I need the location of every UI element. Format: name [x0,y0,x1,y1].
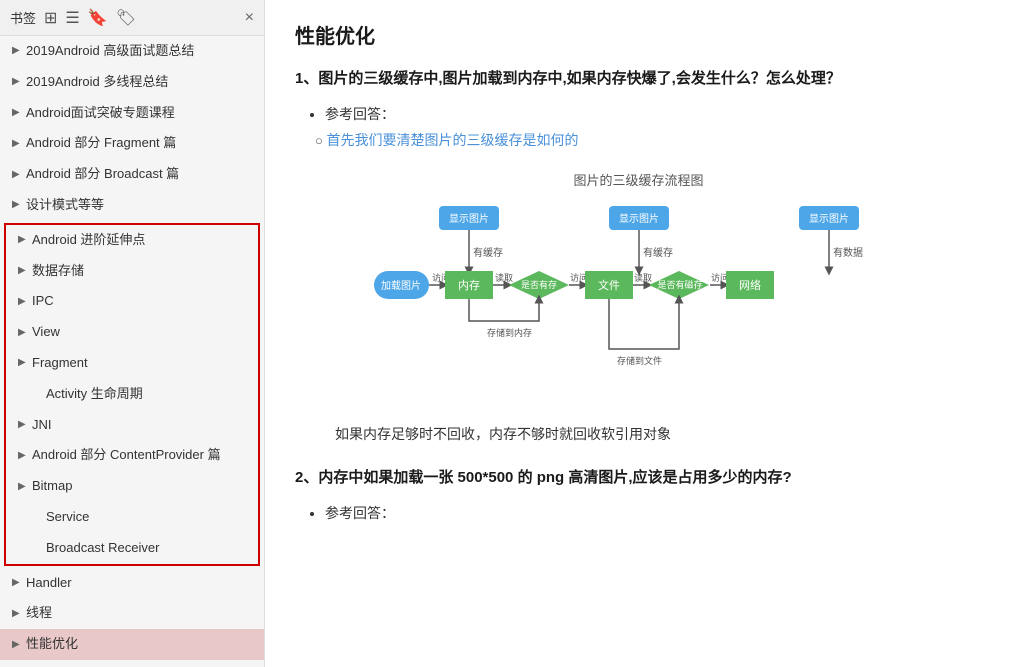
flowchart-svg: 显示图片 显示图片 显示图片 有缓存 有缓存 有数据 加载图片 访问 内存 [369,201,909,401]
expand-arrow-icon: ▶ [18,479,32,495]
expand-arrow-icon: ▶ [12,136,26,152]
answer-header-2: 参考回答： [325,505,395,521]
expand-arrow-icon: ▶ [18,417,32,433]
svg-text:存储到内存: 存储到内存 [487,327,532,338]
main-content: 性能优化 1、图片的三级缓存中,图片加载到内存中,如果内存快爆了,会发生什么？怎… [265,0,1012,667]
svg-text:内存: 内存 [458,278,480,292]
answer-sub-1: 首先我们要清楚图片的三级缓存是如何的 [326,132,578,148]
svg-text:显示图片: 显示图片 [449,212,489,225]
sidebar-bordered-group: ▶Android 进阶延伸点▶数据存储▶IPC▶View▶FragmentAct… [4,223,260,566]
diagram-container: 图片的三级缓存流程图 显示图片 显示图片 显示图片 有缓存 有缓存 有数据 加载… [295,170,982,404]
sidebar-item-label: 性能优化 [26,634,256,655]
sidebar-item-item13[interactable]: ▶JNI [6,410,258,441]
svg-text:存储到文件: 存储到文件 [617,355,662,366]
sidebar-item-item2[interactable]: ▶2019Android 多线程总结 [0,67,264,98]
question-2: 2、内存中如果加载一张 500*500 的 png 高清图片,应该是占用多少的内… [295,464,982,491]
sidebar-item-item8[interactable]: ▶数据存储 [6,256,258,287]
sidebar-item-label: Android 进阶延伸点 [32,230,250,251]
sidebar-item-label: Android 部分 Fragment 篇 [26,133,256,154]
svg-text:显示图片: 显示图片 [619,212,659,225]
sidebar-item-item7[interactable]: ▶Android 进阶延伸点 [6,225,258,256]
sidebar-item-label: Android 部分 Broadcast 篇 [26,164,256,185]
expand-arrow-icon: ▶ [18,232,32,248]
svg-text:有缓存: 有缓存 [643,246,673,259]
svg-text:有缓存: 有缓存 [473,246,503,259]
expand-arrow-icon: ▶ [12,74,26,90]
sidebar-item-item17[interactable]: Broadcast Receiver [6,533,258,564]
sidebar-item-label: Android面试突破专题课程 [26,103,256,124]
expand-arrow-icon: ▶ [12,105,26,121]
expand-arrow-icon: ▶ [12,606,26,622]
expand-arrow-icon: ▶ [12,167,26,183]
sidebar-item-item6[interactable]: ▶设计模式等等 [0,190,264,221]
sidebar-item-label: JNI [32,415,250,436]
sidebar-item-label: 数据存储 [32,261,250,282]
sidebar-item-item15[interactable]: ▶Bitmap [6,471,258,502]
expand-arrow-icon: ▶ [12,197,26,213]
svg-text:显示图片: 显示图片 [809,212,849,225]
bookmark-icon[interactable]: 🔖 [88,8,108,28]
expand-arrow-icon: ▶ [18,325,32,341]
sidebar-item-item11[interactable]: ▶Fragment [6,348,258,379]
sidebar-item-item21[interactable]: ▶基础 [0,660,264,667]
diagram-title: 图片的三级缓存流程图 [295,170,982,189]
grid-icon[interactable]: ⊞ [44,8,57,28]
sidebar-item-label: 设计模式等等 [26,195,256,216]
svg-text:读取: 读取 [634,272,652,283]
section-title: 性能优化 [295,20,982,49]
sidebar-item-label: Service [46,507,250,528]
answer-header-1: 参考回答： [325,106,395,122]
sidebar-item-label: IPC [32,291,250,312]
svg-text:文件: 文件 [598,278,620,292]
sidebar-item-item20[interactable]: ▶性能优化 [0,629,264,660]
expand-arrow-icon: ▶ [18,448,32,464]
sidebar-item-label: Fragment [32,353,250,374]
diagram-note: 如果内存足够时不回收，内存不够时就回收软引用对象 [335,424,982,444]
svg-text:是否有磁存: 是否有磁存 [657,279,702,290]
sidebar-item-item3[interactable]: ▶Android面试突破专题课程 [0,98,264,129]
expand-arrow-icon: ▶ [18,263,32,279]
bookmark-label: 书签 [10,8,36,27]
sidebar-item-label: Activity 生命周期 [46,384,250,405]
sidebar-item-label: Bitmap [32,476,250,497]
expand-arrow-icon: ▶ [12,575,26,591]
sidebar-item-item9[interactable]: ▶IPC [6,286,258,317]
sidebar-item-item1[interactable]: ▶2019Android 高级面试题总结 [0,36,264,67]
svg-text:是否有存: 是否有存 [520,279,556,290]
sidebar-item-item5[interactable]: ▶Android 部分 Broadcast 篇 [0,159,264,190]
expand-arrow-icon: ▶ [12,43,26,59]
sidebar-item-item19[interactable]: ▶线程 [0,598,264,629]
sidebar-item-label: Handler [26,573,256,594]
sidebar-item-label: 2019Android 多线程总结 [26,72,256,93]
expand-arrow-icon: ▶ [12,637,26,653]
list-icon[interactable]: ☰ [65,8,79,28]
sidebar-item-item14[interactable]: ▶Android 部分 ContentProvider 篇 [6,440,258,471]
sidebar-item-item18[interactable]: ▶Handler [0,568,264,599]
close-icon[interactable]: × [245,9,254,27]
sidebar-item-label: View [32,322,250,343]
sidebar-item-item12[interactable]: Activity 生命周期 [6,379,258,410]
sidebar-item-item16[interactable]: Service [6,502,258,533]
tag-icon[interactable]: 🏷 [116,8,136,28]
expand-arrow-icon: ▶ [18,355,32,371]
sidebar-item-item4[interactable]: ▶Android 部分 Fragment 篇 [0,128,264,159]
svg-text:加载图片: 加载图片 [381,279,421,292]
sidebar-item-label: Broadcast Receiver [46,538,250,559]
svg-text:网络: 网络 [739,278,761,292]
sidebar-item-label: 线程 [26,603,256,624]
question-1: 1、图片的三级缓存中,图片加载到内存中,如果内存快爆了,会发生什么？怎么处理？ [295,65,982,92]
sidebar-item-item10[interactable]: ▶View [6,317,258,348]
svg-text:有数据: 有数据 [833,246,863,259]
sidebar-item-label: 2019Android 高级面试题总结 [26,41,256,62]
sidebar-item-label: Android 部分 ContentProvider 篇 [32,445,250,466]
sidebar-content[interactable]: ▶2019Android 高级面试题总结▶2019Android 多线程总结▶A… [0,36,264,667]
sidebar-header: 书签 ⊞ ☰ 🔖 🏷 × [0,0,264,36]
expand-arrow-icon: ▶ [18,294,32,310]
sidebar: 书签 ⊞ ☰ 🔖 🏷 × ▶2019Android 高级面试题总结▶2019An… [0,0,265,667]
svg-text:读取: 读取 [495,272,513,283]
